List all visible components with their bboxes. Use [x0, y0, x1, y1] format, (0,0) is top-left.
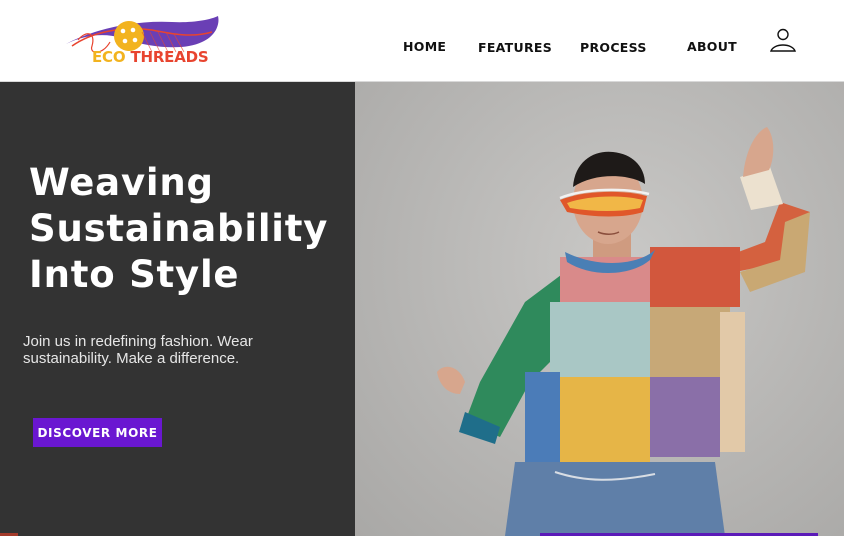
hero-title-line-1: Weaving: [29, 161, 214, 204]
hero-text-panel: Weaving Sustainability Into Style Join u…: [0, 82, 355, 536]
discover-more-button[interactable]: DISCOVER MORE: [33, 418, 162, 447]
hero-title: Weaving Sustainability Into Style: [29, 160, 349, 298]
eco-threads-logo[interactable]: ECO THREADS: [62, 12, 224, 68]
nav-about-link[interactable]: ABOUT: [687, 39, 737, 54]
hero-model-photo: [355, 82, 844, 536]
nav-features-link[interactable]: FEATURES: [478, 40, 552, 55]
nav-process-link[interactable]: PROCESS: [580, 40, 647, 55]
nav-home-link[interactable]: HOME: [403, 39, 446, 54]
logo-eco-text: ECO: [92, 48, 126, 66]
hero-title-line-2: Sustainability: [29, 207, 329, 250]
site-header: ECO THREADS HOME FEATURES PROCESS ABOUT: [0, 0, 844, 82]
hero-title-line-3: Into Style: [29, 253, 240, 296]
hero-subtitle: Join us in redefining fashion. Wear sust…: [23, 333, 253, 367]
patchwork-sweater-model-image: [437, 127, 810, 536]
logo-threads-text: THREADS: [125, 48, 209, 66]
logo-wordmark: ECO THREADS: [92, 48, 209, 66]
user-icon[interactable]: [768, 26, 798, 54]
